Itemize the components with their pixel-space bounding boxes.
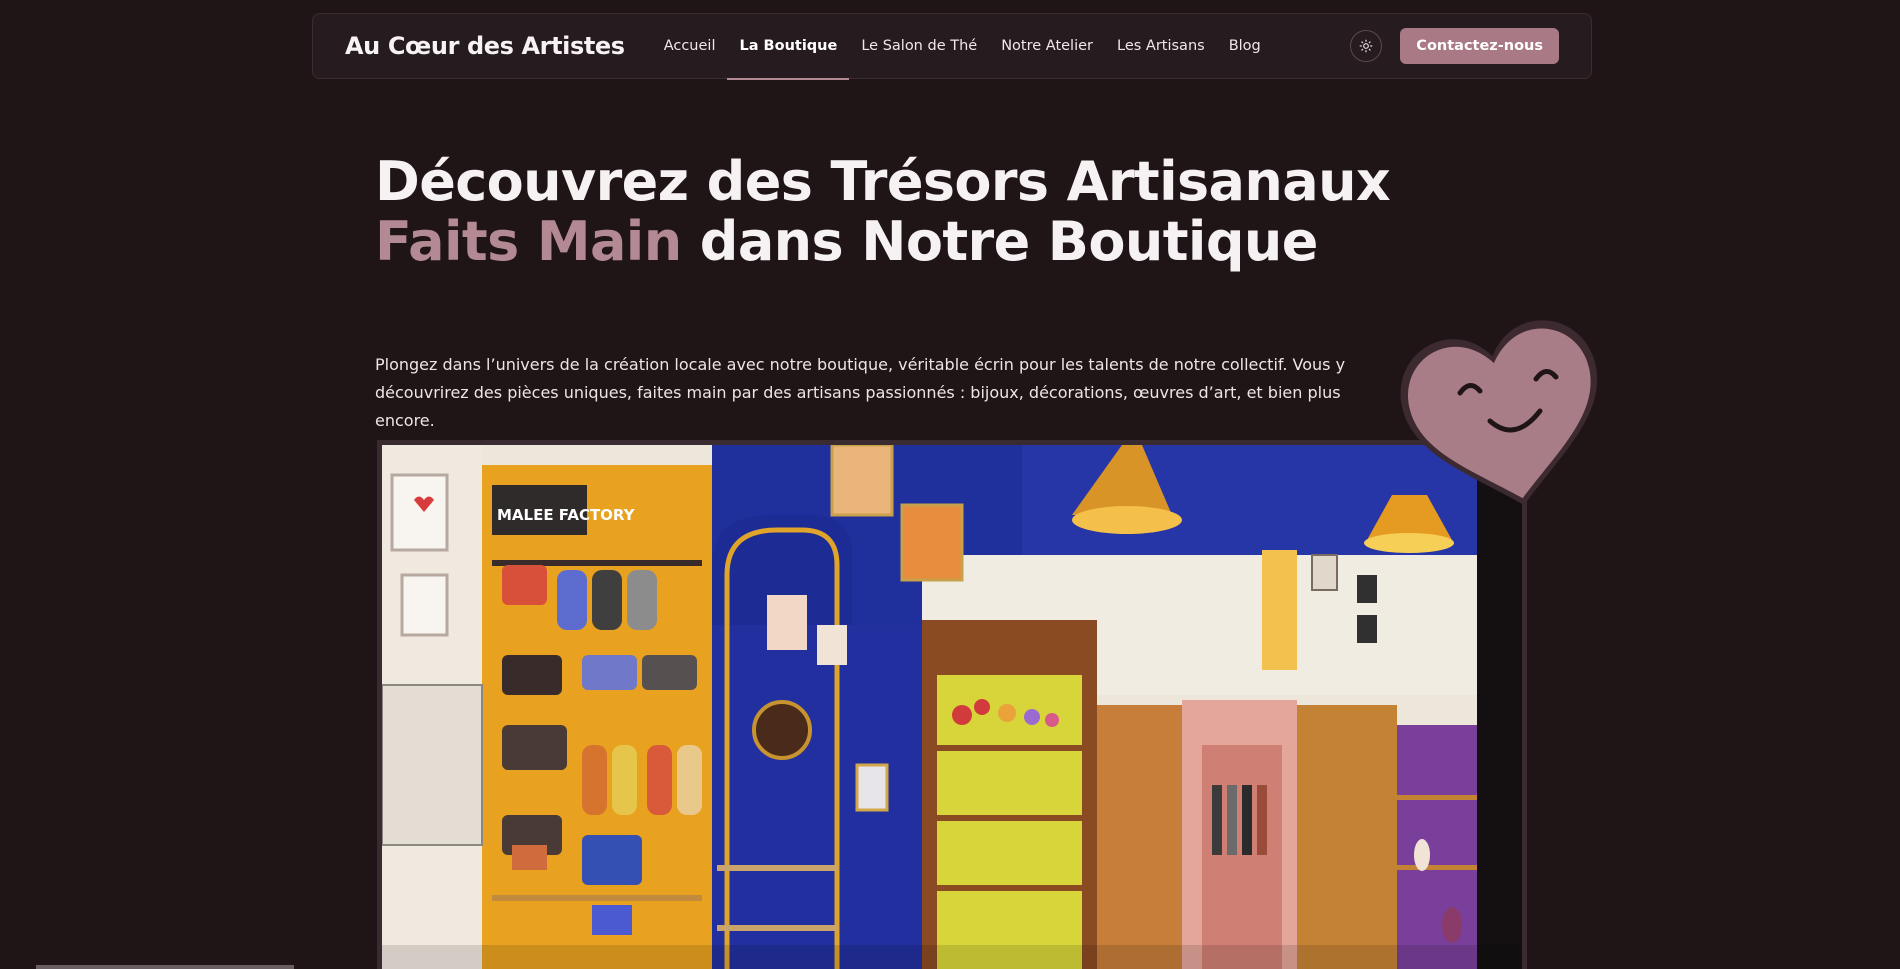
boutique-interior-image: MALEE FACTORY	[382, 445, 1522, 969]
nav-actions: Contactez-nous	[1350, 28, 1559, 64]
smiling-heart-icon	[1400, 320, 1598, 505]
title-rest: dans Notre Boutique	[699, 210, 1319, 273]
sun-icon	[1359, 39, 1373, 53]
brand-logo[interactable]: Au Cœur des Artistes	[345, 32, 625, 60]
nav-item-accueil[interactable]: Accueil	[652, 13, 728, 79]
title-line-1: Découvrez des Trésors Artisanaux	[375, 150, 1391, 213]
contact-button[interactable]: Contactez-nous	[1400, 28, 1559, 64]
nav-links: Accueil La Boutique Le Salon de Thé Notr…	[652, 13, 1273, 80]
horizontal-scrollbar[interactable]	[36, 965, 294, 969]
navbar: Au Cœur des Artistes Accueil La Boutique…	[312, 13, 1592, 80]
theme-toggle-button[interactable]	[1350, 30, 1383, 62]
nav-item-notre-atelier[interactable]: Notre Atelier	[989, 13, 1105, 79]
photo-sign-text: MALEE FACTORY	[497, 506, 636, 524]
page-title: Découvrez des Trésors Artisanaux Faits M…	[375, 152, 1675, 272]
nav-item-salon-de-the[interactable]: Le Salon de Thé	[849, 13, 989, 79]
intro-paragraph: Plongez dans l’univers de la création lo…	[375, 355, 1346, 430]
title-accent: Faits Main	[375, 210, 682, 273]
nav-item-les-artisans[interactable]: Les Artisans	[1105, 13, 1217, 79]
nav-item-blog[interactable]: Blog	[1217, 13, 1273, 79]
nav-item-la-boutique[interactable]: La Boutique	[727, 13, 850, 80]
boutique-photo: MALEE FACTORY	[377, 440, 1527, 969]
